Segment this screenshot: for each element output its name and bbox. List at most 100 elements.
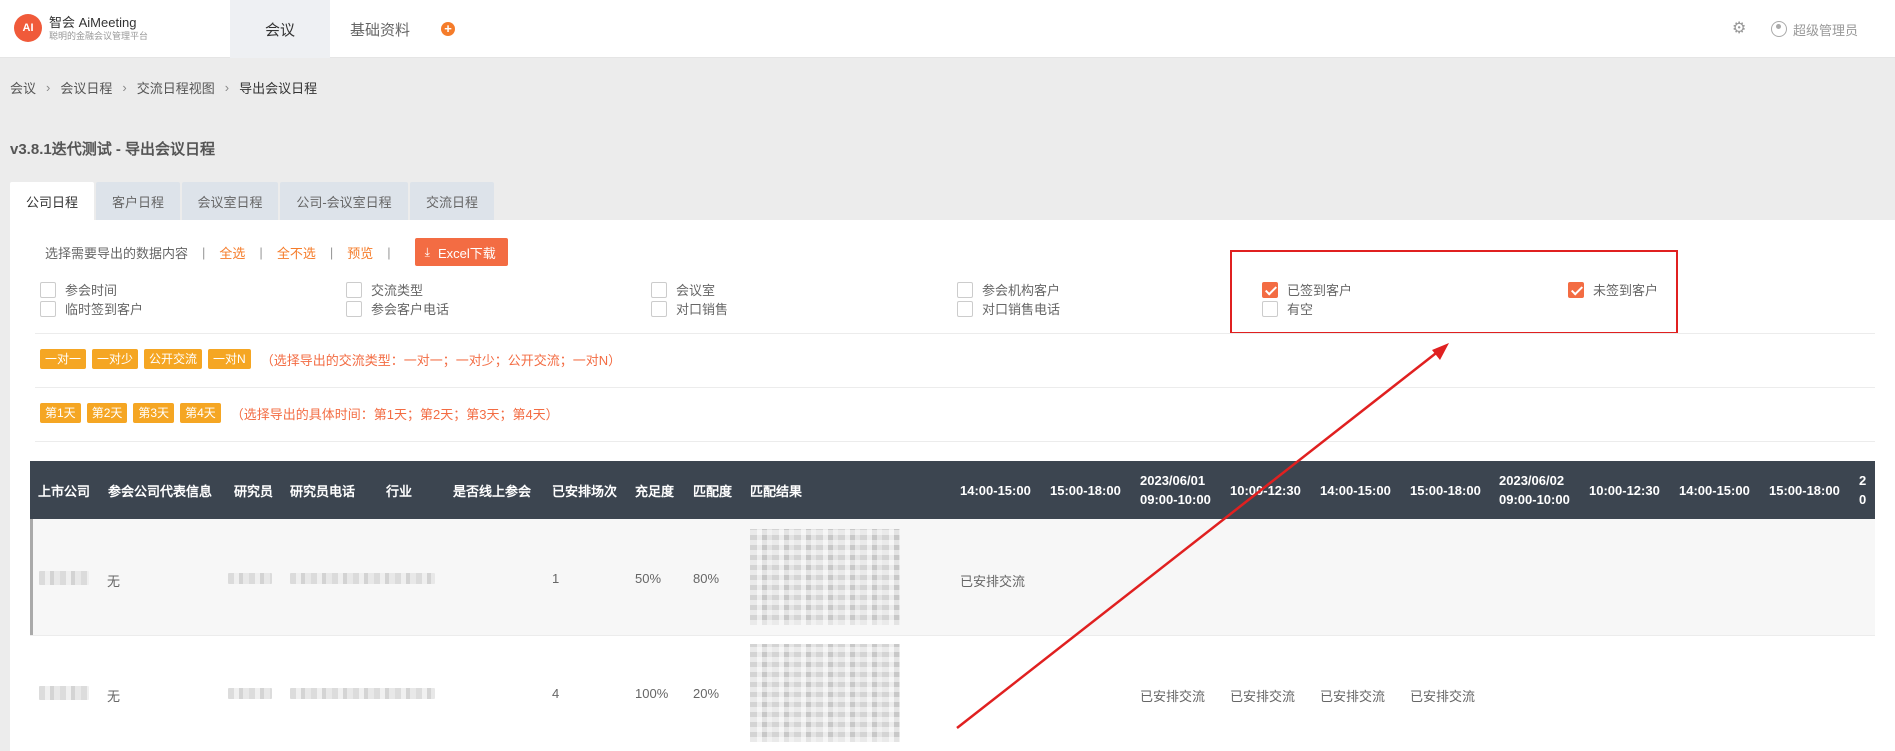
nav-tab-meeting[interactable]: 会议: [230, 0, 330, 58]
redacted-match-result: [750, 529, 900, 625]
checkbox-institution-client[interactable]: 参会机构客户: [957, 280, 1060, 299]
checkbox-meeting-room[interactable]: 会议室: [651, 280, 715, 299]
cell-slot: 已安排交流: [960, 574, 1026, 589]
cell-match: 20%: [693, 686, 720, 701]
chevron-right-icon: ›: [122, 80, 127, 95]
breadcrumb-item-exchange-view[interactable]: 交流日程视图: [137, 78, 215, 97]
checkbox-meeting-time[interactable]: 参会时间: [40, 280, 117, 299]
checkbox-label: 对口销售电话: [982, 302, 1061, 317]
checkbox-box[interactable]: [346, 300, 362, 317]
th-listed-company: 上市公司: [38, 483, 91, 499]
day-hint: （选择导出的具体时间：第1天；第2天；第3天；第4天）: [230, 406, 559, 422]
tag-one-to-few[interactable]: 一对少: [92, 349, 139, 369]
cell-count: 4: [552, 686, 560, 701]
checkbox-box[interactable]: [651, 281, 667, 298]
checkbox-sales[interactable]: 对口销售: [651, 299, 728, 318]
excel-download-button[interactable]: ⤓ Excel下载: [414, 238, 508, 266]
redacted-researcher: [228, 688, 272, 699]
checkbox-label: 交流类型: [371, 283, 424, 298]
exchange-type-hint: （选择导出的交流类型：一对一；一对少；公开交流；一对N）: [260, 352, 622, 368]
logo-icon[interactable]: AI: [14, 14, 42, 42]
chevron-right-icon: ›: [46, 80, 51, 95]
checkbox-label: 参会机构客户: [982, 283, 1061, 298]
cell-rep: 无: [107, 689, 121, 704]
select-all-link[interactable]: 全选: [219, 243, 245, 262]
tab-client-schedule[interactable]: 客户日程: [96, 182, 180, 220]
breadcrumb-item-meeting[interactable]: 会议: [10, 78, 36, 97]
checkbox-box[interactable]: [957, 300, 973, 317]
logo-subtitle: 聪明的金融会议管理平台: [49, 31, 149, 41]
logo-text: 智会 AiMeeting 聪明的金融会议管理平台: [49, 16, 148, 41]
select-none-link[interactable]: 全不选: [277, 243, 316, 262]
tag-public-exchange[interactable]: 公开交流: [144, 349, 203, 369]
slot-date: 2: [1859, 473, 1867, 488]
tag-day-4[interactable]: 第4天: [180, 403, 221, 423]
th-slot: 10:00-12:30: [1589, 482, 1660, 498]
th-slot-dated: 2023/06/01 09:00-10:00: [1140, 461, 1211, 519]
checkbox-label: 对口销售: [676, 302, 729, 317]
slot-date: 2023/06/02: [1499, 473, 1565, 488]
plus-circle-icon[interactable]: +: [441, 22, 455, 36]
checkbox-box[interactable]: [346, 281, 362, 298]
checkbox-exchange-type[interactable]: 交流类型: [346, 280, 423, 299]
tag-day-1[interactable]: 第1天: [40, 403, 81, 423]
user-circle-icon[interactable]: [1771, 21, 1787, 37]
th-slot-dated: 2023/06/02 09:00-10:00: [1499, 461, 1570, 519]
th-online: 是否线上参会: [453, 483, 532, 499]
th-researcher: 研究员: [234, 483, 274, 499]
tab-room-schedule[interactable]: 会议室日程: [182, 182, 278, 220]
cell-slot: 已安排交流: [1320, 689, 1386, 704]
checkbox-box[interactable]: [651, 300, 667, 317]
tag-day-3[interactable]: 第3天: [133, 403, 175, 423]
th-slot: 14:00-15:00: [960, 482, 1031, 498]
tag-one-on-one[interactable]: 一对一: [40, 349, 87, 369]
tab-exchange-schedule[interactable]: 交流日程: [410, 182, 494, 220]
th-researcher-phone: 研究员电话: [290, 483, 356, 499]
preview-link[interactable]: 预览: [347, 243, 373, 262]
tab-company-room-schedule[interactable]: 公司-会议室日程: [280, 182, 408, 220]
toolbar-separator: |: [329, 244, 334, 260]
tag-day-2[interactable]: 第2天: [86, 403, 128, 423]
redacted-researcher: [228, 573, 272, 584]
th-slot: 14:00-15:00: [1679, 482, 1750, 498]
checkbox-label: 临时签到客户: [65, 302, 144, 317]
gear-icon[interactable]: ⚙: [1732, 21, 1748, 37]
user-name[interactable]: 超级管理员: [1793, 20, 1858, 39]
th-slot: 15:00-18:00: [1769, 482, 1840, 498]
checkbox-temp-signed-client[interactable]: 临时签到客户: [40, 299, 143, 318]
divider: [35, 333, 1875, 334]
th-slot: 15:00-18:00: [1410, 482, 1481, 498]
tab-company-schedule[interactable]: 公司日程: [10, 182, 94, 220]
nav-tab-basic-data[interactable]: 基础资料: [340, 0, 420, 58]
th-company-rep: 参会公司代表信息: [108, 483, 213, 499]
divider: [35, 441, 1875, 442]
th-industry: 行业: [386, 483, 413, 499]
slot-time: 09:00-10:00: [1499, 492, 1570, 507]
checkbox-sales-phone[interactable]: 对口销售电话: [957, 299, 1060, 318]
checkbox-box[interactable]: [957, 281, 973, 298]
excel-download-label: Excel下载: [437, 245, 496, 261]
checkbox-box[interactable]: [40, 281, 56, 298]
cell-sufficiency: 100%: [635, 686, 669, 701]
day-tags: 第1天 第2天 第3天 第4天 （选择导出的具体时间：第1天；第2天；第3天；第…: [40, 403, 559, 423]
th-match: 匹配度: [693, 483, 733, 499]
cell-slot: 已安排交流: [1230, 689, 1296, 704]
th-slot: 14:00-15:00: [1320, 482, 1391, 498]
cell-count: 1: [552, 571, 560, 586]
checkbox-box[interactable]: [40, 300, 56, 317]
top-header: AI 智会 AiMeeting 聪明的金融会议管理平台 会议 基础资料 + ⚙ …: [0, 0, 1895, 58]
divider: [35, 387, 1875, 388]
toolbar-separator: |: [202, 244, 206, 260]
table-row[interactable]: 无 4 100% 20% 已安排交流 已安排交流 已安排交流 已安排交流: [30, 635, 1875, 751]
cell-match: 80%: [693, 571, 720, 586]
checkbox-client-phone[interactable]: 参会客户电话: [346, 299, 449, 318]
th-slot: 10:00-12:30: [1230, 482, 1301, 498]
breadcrumb-item-schedule[interactable]: 会议日程: [60, 78, 112, 97]
table-row[interactable]: 无 1 50% 80% 已安排交流: [30, 519, 1875, 635]
toolbar-separator: |: [387, 244, 391, 260]
redacted-company: [39, 686, 89, 700]
th-slot-dated: 20: [1859, 461, 1866, 519]
tag-one-to-n[interactable]: 一对N: [208, 349, 251, 369]
logo-title: 智会 AiMeeting: [49, 15, 137, 30]
download-icon: ⤓: [424, 244, 430, 259]
